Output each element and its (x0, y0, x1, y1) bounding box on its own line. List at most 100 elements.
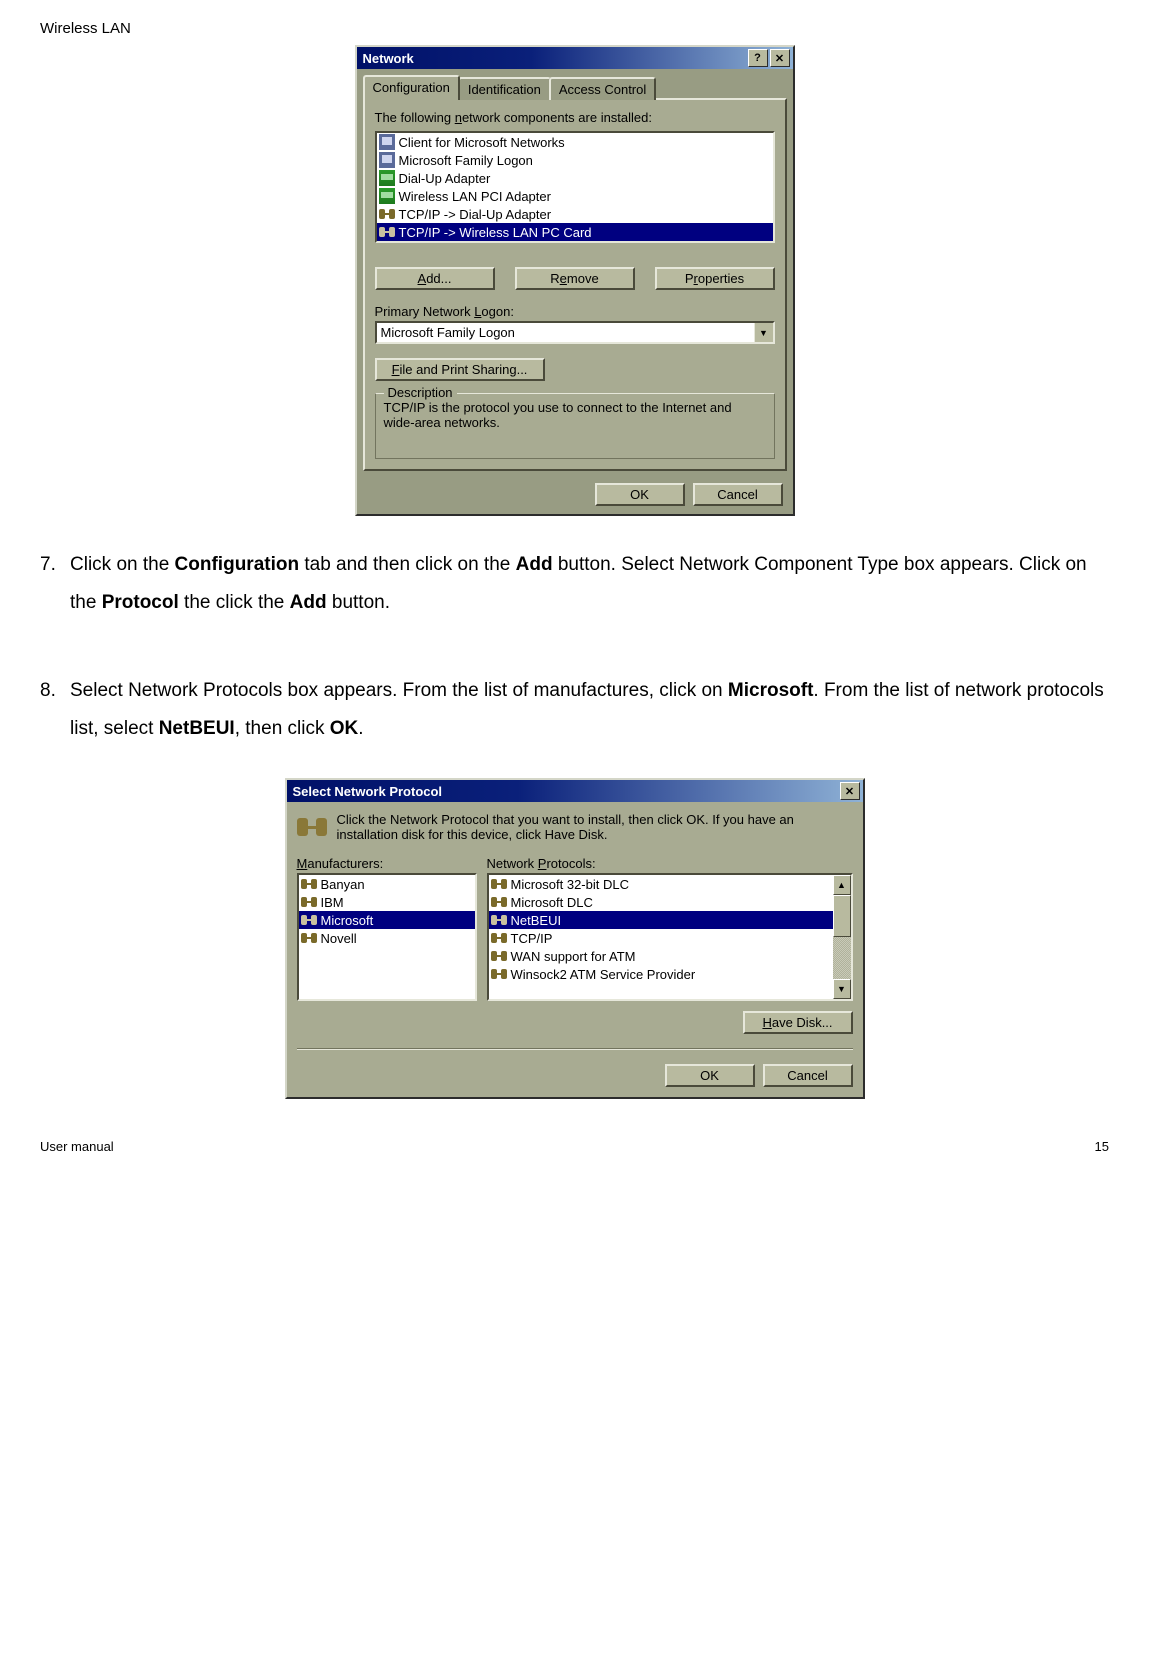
list-item-label: IBM (321, 895, 344, 910)
text: tab and then click on the (299, 554, 516, 575)
components-label: The following network components are ins… (375, 110, 775, 125)
manufacturers-label: Manufacturers: (297, 856, 477, 871)
list-item[interactable]: Novell (299, 929, 475, 947)
list-item-label: TCP/IP -> Wireless LAN PC Card (399, 225, 592, 240)
protocols-listbox[interactable]: Microsoft 32-bit DLC Microsoft DLC NetBE… (487, 873, 853, 1001)
titlebar[interactable]: Network ? ✕ (357, 47, 793, 69)
cancel-button[interactable]: Cancel (763, 1064, 853, 1087)
list-item[interactable]: Banyan (299, 875, 475, 893)
close-icon[interactable]: ✕ (770, 49, 790, 67)
protocol-icon (491, 966, 507, 982)
list-item-label: NetBEUI (511, 913, 562, 928)
description-legend: Description (384, 385, 457, 400)
instruction-step-8: 8. Select Network Protocols box appears.… (40, 672, 1109, 748)
scroll-down-icon[interactable]: ▼ (833, 979, 851, 999)
cancel-button[interactable]: Cancel (693, 483, 783, 506)
protocol-icon (301, 894, 317, 910)
protocol-icon (491, 876, 507, 892)
list-item-label: Winsock2 ATM Service Provider (511, 967, 696, 982)
list-item-label: WAN support for ATM (511, 949, 636, 964)
list-item-selected[interactable]: TCP/IP -> Wireless LAN PC Card (377, 223, 773, 241)
page-number: 15 (1095, 1139, 1109, 1154)
instruction-step-7: 7. Click on the Configuration tab and th… (40, 546, 1109, 622)
add-button[interactable]: Add... (375, 267, 495, 290)
protocol-icon (491, 948, 507, 964)
dialog-intro-text: Click the Network Protocol that you want… (337, 812, 853, 842)
list-item-label: Dial-Up Adapter (399, 171, 491, 186)
list-item-label: Wireless LAN PCI Adapter (399, 189, 551, 204)
protocol-icon (491, 912, 507, 928)
description-text: TCP/IP is the protocol you use to connec… (384, 400, 766, 430)
protocol-icon (301, 930, 317, 946)
client-icon (379, 152, 395, 168)
list-item-selected[interactable]: NetBEUI (489, 911, 833, 929)
tab-identification[interactable]: Identification (458, 77, 551, 100)
list-item-label: Microsoft Family Logon (399, 153, 533, 168)
text-bold: Add (290, 592, 327, 613)
scroll-track[interactable] (833, 895, 851, 979)
primary-logon-combo[interactable]: Microsoft Family Logon ▼ (375, 321, 775, 344)
text-bold: Microsoft (728, 680, 814, 701)
close-icon[interactable]: ✕ (840, 782, 860, 800)
scroll-thumb[interactable] (833, 895, 851, 937)
list-item[interactable]: Winsock2 ATM Service Provider (489, 965, 833, 983)
manufacturers-listbox[interactable]: Banyan IBM Microsoft Novell (297, 873, 477, 1001)
chevron-down-icon[interactable]: ▼ (754, 323, 773, 342)
list-item-label: Microsoft 32-bit DLC (511, 877, 629, 892)
list-item[interactable]: Microsoft DLC (489, 893, 833, 911)
components-listbox[interactable]: Client for Microsoft Networks Microsoft … (375, 131, 775, 243)
list-item-label: Microsoft (321, 913, 374, 928)
description-fieldset: Description TCP/IP is the protocol you u… (375, 393, 775, 459)
list-item[interactable]: Client for Microsoft Networks (377, 133, 773, 151)
dialog-title: Select Network Protocol (293, 784, 838, 799)
text-bold: Configuration (175, 554, 300, 575)
client-icon (379, 134, 395, 150)
list-item[interactable]: Microsoft Family Logon (377, 151, 773, 169)
list-item-label: Client for Microsoft Networks (399, 135, 565, 150)
select-protocol-dialog: Select Network Protocol ✕ Click the Netw… (285, 778, 865, 1099)
protocol-icon (301, 876, 317, 892)
list-item[interactable]: WAN support for ATM (489, 947, 833, 965)
adapter-icon (379, 170, 395, 186)
text: button. (327, 592, 390, 613)
list-item-label: Novell (321, 931, 357, 946)
list-item-label: Microsoft DLC (511, 895, 593, 910)
list-item[interactable]: TCP/IP (489, 929, 833, 947)
titlebar[interactable]: Select Network Protocol ✕ (287, 780, 863, 802)
list-item[interactable]: IBM (299, 893, 475, 911)
list-item-selected[interactable]: Microsoft (299, 911, 475, 929)
protocol-icon (379, 224, 395, 240)
text: Select Network Protocols box appears. Fr… (70, 680, 728, 701)
ok-button[interactable]: OK (595, 483, 685, 506)
text-bold: Add (516, 554, 553, 575)
protocol-icon (301, 912, 317, 928)
text-bold: NetBEUI (159, 718, 235, 739)
text: , then click (235, 718, 330, 739)
tab-access-control[interactable]: Access Control (549, 77, 656, 100)
protocol-big-icon (297, 812, 327, 842)
adapter-icon (379, 188, 395, 204)
list-item[interactable]: Wireless LAN PCI Adapter (377, 187, 773, 205)
primary-logon-label: Primary Network Logon: (375, 304, 775, 319)
help-icon[interactable]: ? (748, 49, 768, 67)
text-bold: Protocol (102, 592, 179, 613)
footer-left: User manual (40, 1139, 114, 1154)
scrollbar[interactable]: ▲ ▼ (833, 875, 851, 999)
list-item[interactable]: Microsoft 32-bit DLC (489, 875, 833, 893)
properties-button[interactable]: Properties (655, 267, 775, 290)
remove-button[interactable]: Remove (515, 267, 635, 290)
file-print-sharing-button[interactable]: File and Print Sharing... (375, 358, 545, 381)
list-item[interactable]: Dial-Up Adapter (377, 169, 773, 187)
page-header: Wireless LAN (40, 20, 1109, 37)
protocol-icon (379, 206, 395, 222)
dialog-title: Network (363, 51, 746, 66)
network-dialog: Network ? ✕ Configuration Identification… (355, 45, 795, 516)
divider (297, 1048, 853, 1050)
text: Click on the (70, 554, 175, 575)
scroll-up-icon[interactable]: ▲ (833, 875, 851, 895)
ok-button[interactable]: OK (665, 1064, 755, 1087)
step-number: 8. (40, 672, 70, 748)
have-disk-button[interactable]: Have Disk... (743, 1011, 853, 1034)
list-item[interactable]: TCP/IP -> Dial-Up Adapter (377, 205, 773, 223)
tab-configuration[interactable]: Configuration (363, 75, 460, 100)
